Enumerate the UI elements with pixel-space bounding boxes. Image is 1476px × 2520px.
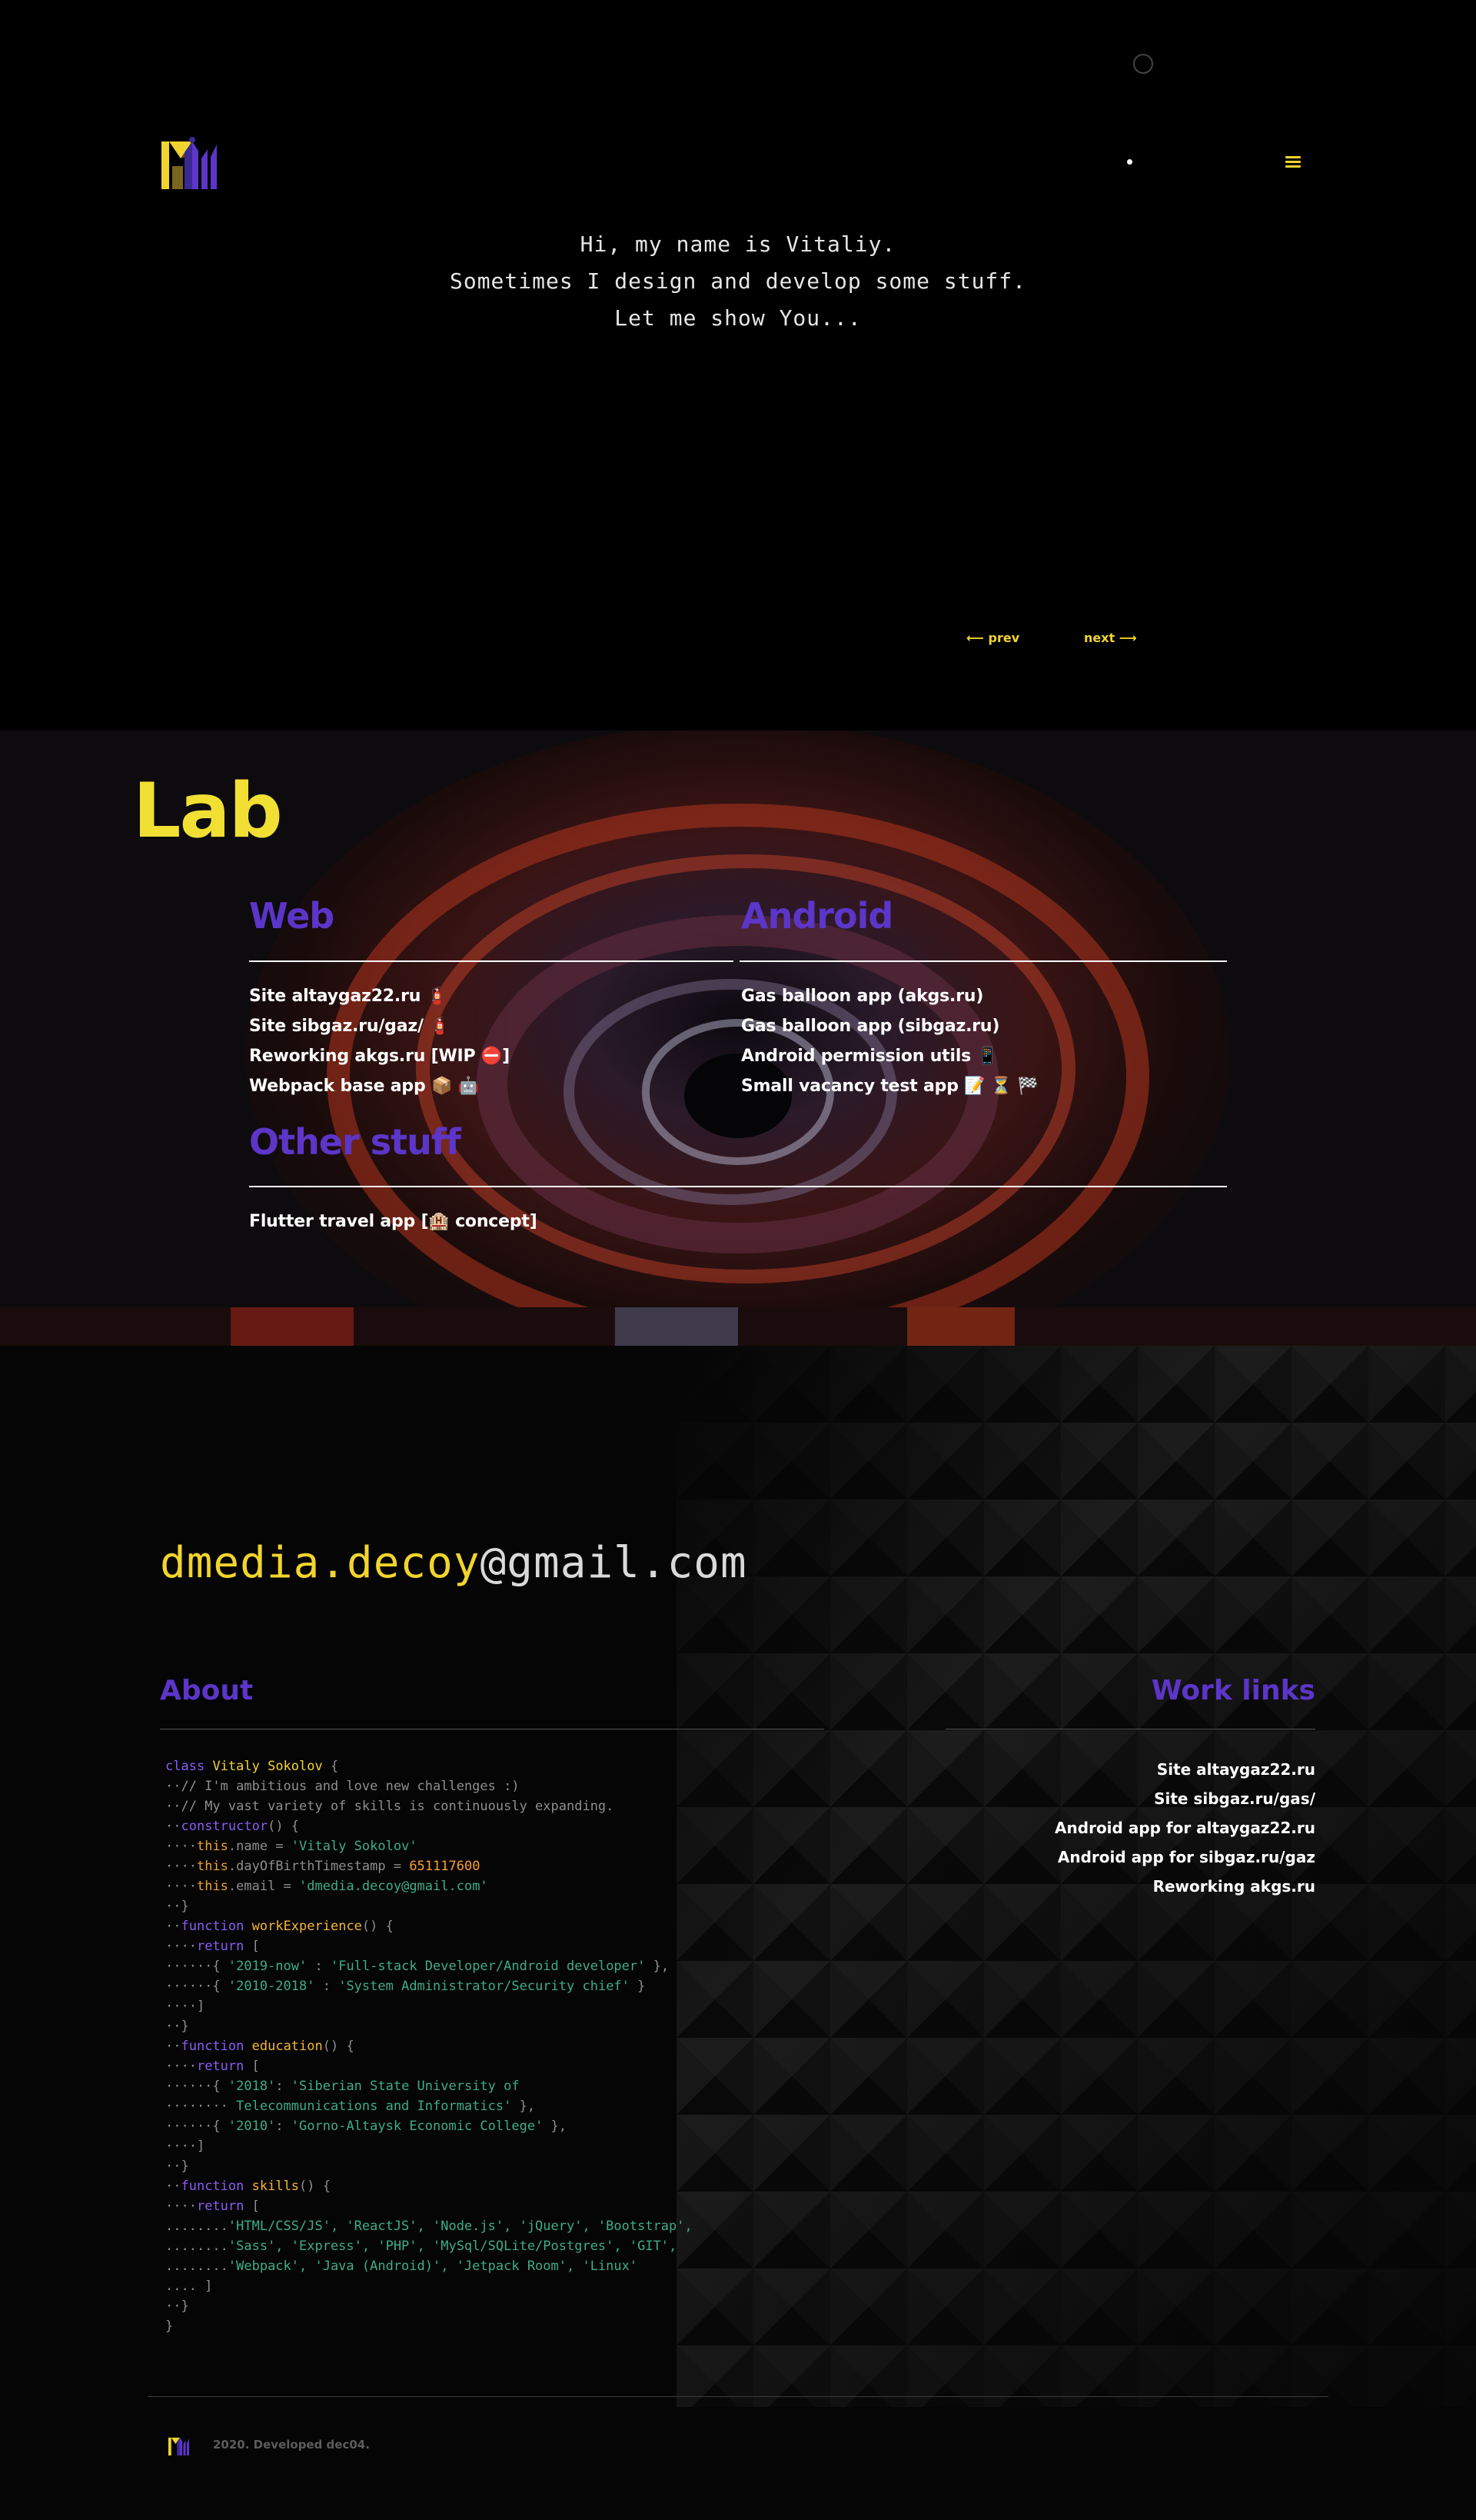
other-item[interactable]: Flutter travel app [🏨 concept]: [249, 1207, 537, 1237]
intro-line: Let me show You...: [614, 305, 862, 331]
code-token: return: [196, 2059, 244, 2074]
footer-logo-icon[interactable]: [168, 2435, 191, 2456]
logo-icon[interactable]: [161, 135, 223, 189]
contact-section: dmedia.decoy@gmail.com About Work links …: [0, 1346, 1476, 2520]
footer-text: 2020. Developed dec04.: [213, 2438, 370, 2452]
code-comment: // I'm ambitious and love new challenges…: [181, 1779, 520, 1794]
lab-section: Lab Web Site altaygaz22.ru 🧯 Site sibgaz…: [0, 731, 1476, 1346]
code-string: 'HTML/CSS/JS', 'ReactJS', 'Node.js', 'jQ…: [228, 2219, 693, 2234]
intro-line: Sometimes I design and develop some stuf…: [449, 268, 1026, 294]
intro-text: Hi, my name is Vitaliy. Sometimes I desi…: [0, 226, 1476, 337]
work-link[interactable]: Site sibgaz.ru/gas/: [1055, 1784, 1315, 1813]
code-function-name: education: [251, 2039, 323, 2054]
code-string: 'Siberian State University of: [291, 2079, 520, 2094]
android-item[interactable]: Android permission utils 📱: [741, 1041, 1039, 1071]
footer-divider: [148, 2396, 1328, 2397]
web-heading: Web: [249, 895, 334, 937]
code-string: 'Vitaly Sokolov': [291, 1839, 417, 1854]
cursor-circle-icon: [1133, 54, 1153, 74]
code-string: 'dmedia.decoy@gmail.com': [299, 1879, 488, 1894]
code-string: 'Full-stack Developer/Android developer': [330, 1959, 646, 1974]
code-token: return: [196, 2199, 244, 2214]
work-link[interactable]: Android app for sibgaz.ru/gaz: [1055, 1843, 1315, 1872]
code-token: this: [196, 1879, 228, 1894]
code-comment: // My vast variety of skills is continuo…: [181, 1799, 614, 1814]
web-divider: [249, 960, 733, 962]
code-token: function: [181, 2039, 244, 2054]
email-local: dmedia.decoy: [160, 1538, 480, 1588]
lab-title: Lab: [133, 767, 283, 855]
code-string: 'Webpack', 'Java (Android)', 'Jetpack Ro…: [228, 2259, 638, 2274]
hamburger-icon[interactable]: [1285, 156, 1301, 168]
android-heading: Android: [741, 895, 893, 937]
code-token: class: [165, 1759, 205, 1774]
prev-button[interactable]: ⟵ prev: [966, 631, 1019, 645]
lab-bottom-strip: [0, 1307, 1476, 1346]
web-item[interactable]: Webpack base app 📦 🤖: [249, 1071, 510, 1101]
about-code-block: class Vitaly Sokolov { ··// I'm ambitiou…: [165, 1759, 693, 2334]
android-item[interactable]: Small vacancy test app 📝 ⏳ 🏁: [741, 1071, 1039, 1101]
android-divider: [740, 960, 1227, 962]
email-link[interactable]: dmedia.decoy@gmail.com: [160, 1538, 747, 1588]
other-list: Flutter travel app [🏨 concept]: [249, 1207, 537, 1237]
code-token: this: [196, 1859, 228, 1874]
android-item[interactable]: Gas balloon app (akgs.ru): [741, 981, 1039, 1011]
code-token: .name =: [228, 1839, 291, 1854]
code-token: return: [196, 1939, 244, 1954]
email-domain: @gmail.com: [480, 1538, 747, 1588]
hero-section: Hi, my name is Vitaliy. Sometimes I desi…: [0, 0, 1476, 731]
android-list: Gas balloon app (akgs.ru) Gas balloon ap…: [741, 981, 1039, 1101]
code-number: 651117600: [409, 1859, 480, 1874]
code-token: .dayOfBirthTimestamp =: [228, 1859, 410, 1874]
android-item[interactable]: Gas balloon app (sibgaz.ru): [741, 1011, 1039, 1041]
code-string: 'Sass', 'Express', 'PHP', 'MySql/SQLite/…: [228, 2239, 677, 2254]
work-link[interactable]: Reworking akgs.ru: [1055, 1872, 1315, 1901]
web-item[interactable]: Reworking akgs.ru [WIP ⛔]: [249, 1041, 510, 1071]
code-string: '2018': [228, 2079, 276, 2094]
code-token: this: [196, 1839, 228, 1854]
other-divider: [249, 1186, 1227, 1187]
code-string: '2010': [228, 2119, 276, 2134]
work-links-heading: Work links: [1151, 1675, 1315, 1706]
code-token: constructor: [181, 1819, 268, 1834]
code-string: Telecommunications and Informatics': [236, 2099, 512, 2114]
code-function-name: skills: [251, 2179, 300, 2194]
code-token: .email =: [228, 1879, 300, 1894]
next-button[interactable]: next ⟶: [1084, 631, 1137, 645]
work-link[interactable]: Android app for altaygaz22.ru: [1055, 1813, 1315, 1843]
code-token: function: [181, 2179, 244, 2194]
other-heading: Other stuff: [249, 1121, 461, 1163]
work-links-list: Site altaygaz22.ru Site sibgaz.ru/gas/ A…: [1055, 1755, 1315, 1901]
web-list: Site altaygaz22.ru 🧯 Site sibgaz.ru/gaz/…: [249, 981, 510, 1101]
intro-line: Hi, my name is Vitaliy.: [580, 231, 896, 257]
code-string: 'Gorno-Altaysk Economic College': [291, 2119, 544, 2134]
code-token: function: [181, 1919, 244, 1934]
web-item[interactable]: Site sibgaz.ru/gaz/ 🧯: [249, 1011, 510, 1041]
work-link[interactable]: Site altaygaz22.ru: [1055, 1755, 1315, 1784]
code-function-name: workExperience: [251, 1919, 362, 1934]
code-string: '2010-2018': [228, 1979, 315, 1994]
about-heading: About: [160, 1675, 254, 1706]
code-string: 'System Administrator/Security chief': [338, 1979, 630, 1994]
code-token: Vitaly Sokolov: [212, 1759, 323, 1774]
code-string: '2019-now': [228, 1959, 308, 1974]
web-item[interactable]: Site altaygaz22.ru 🧯: [249, 981, 510, 1011]
nav-dot[interactable]: [1127, 159, 1132, 165]
